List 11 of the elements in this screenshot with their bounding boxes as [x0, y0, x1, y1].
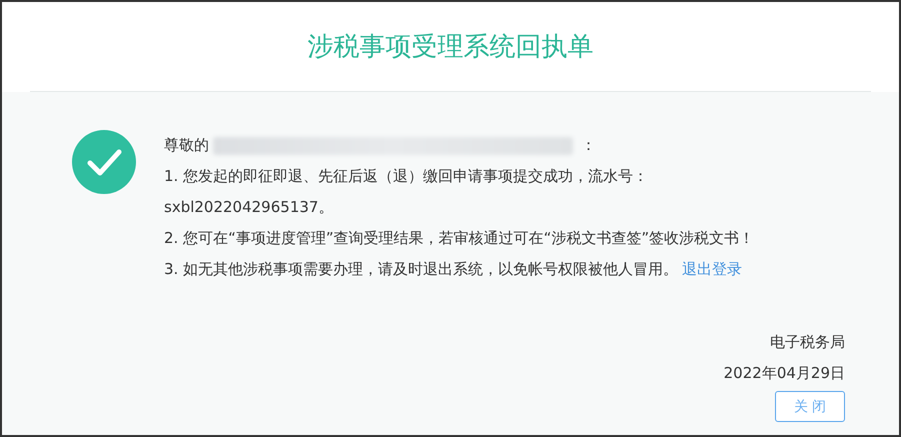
notice-text: 3. 如无其他涉税事项需要办理，请及时退出系统，以免帐号权限被他人冒用。 退出登录 [164, 259, 744, 280]
close-button[interactable]: 关 闭 [775, 391, 845, 422]
colon-text: ： [581, 135, 596, 156]
notice-text: 1. 您发起的即征即退、先征后返（退）缴回申请事项提交成功，流水号：sxbl2022042965137。 [164, 166, 650, 218]
greeting-text: 尊敬的 [164, 135, 209, 156]
logout-link[interactable]: 退出登录 [682, 260, 742, 278]
issuer-text: 电子税务局 [770, 332, 845, 353]
success-check-icon [72, 130, 136, 194]
page-title: 涉税事项受理系统回执单 [308, 31, 594, 64]
date-text: 2022年04月29日 [724, 363, 845, 384]
notice-text: 2. 您可在“事项进度管理”查询受理结果，若审核通过可在“涉税文书查签”签收涉税文书！ [164, 228, 754, 249]
